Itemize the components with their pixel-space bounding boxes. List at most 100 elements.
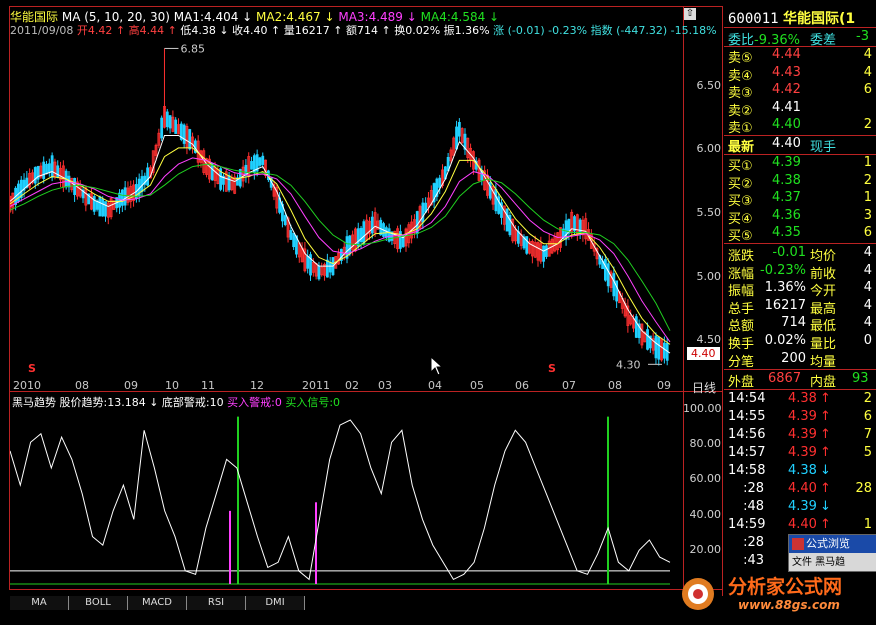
candle-body xyxy=(168,115,172,129)
candle-body xyxy=(56,165,60,178)
candle-body xyxy=(33,167,37,184)
stat-row: 换手 0.02% 量比 0 xyxy=(728,333,874,352)
mouse-cursor-icon xyxy=(430,356,444,376)
s-marker: S xyxy=(28,362,36,375)
tick-time: :28 xyxy=(743,535,764,550)
tick-row: 14:55 4.39 ↑ 6 xyxy=(728,409,874,427)
tick-price: 4.39 xyxy=(788,427,817,442)
order-label: 买⑤ xyxy=(728,229,753,245)
popup-titlebar[interactable]: 公式浏览 xyxy=(789,535,876,553)
candle-body xyxy=(283,215,287,225)
indicator-axis-label: 80.00 xyxy=(689,437,722,450)
order-label: 卖④ xyxy=(728,68,753,84)
order-label: 卖③ xyxy=(728,86,753,102)
tick-time: 14:54 xyxy=(728,391,766,406)
tab-macd[interactable]: MACD xyxy=(128,596,187,610)
tab-rsi[interactable]: RSI xyxy=(187,596,246,610)
date-label: 2010 xyxy=(13,379,41,392)
tick-row: 14:57 4.39 ↑ 5 xyxy=(728,445,874,463)
candle-body xyxy=(123,187,127,206)
axis-divider xyxy=(683,6,684,589)
order-volume: 2 xyxy=(863,117,872,133)
tick-direction-icon: ↑ xyxy=(820,409,831,424)
tick-price: 4.39 xyxy=(788,499,817,514)
tick-direction-icon: ↑ xyxy=(820,517,831,532)
candle-body xyxy=(227,175,231,191)
date-label: 06 xyxy=(515,379,529,392)
sell-row: 卖① 4.40 2 xyxy=(728,117,874,136)
candle-body xyxy=(328,262,332,273)
candle-body xyxy=(317,265,321,280)
candle-body xyxy=(292,232,296,248)
stat-label: 分笔 xyxy=(728,354,755,370)
date-label: 10 xyxy=(165,379,179,392)
candle-body xyxy=(98,196,102,217)
tab-dmi[interactable]: DMI xyxy=(246,596,305,610)
tick-price: 4.39 xyxy=(788,445,817,460)
order-label: 买① xyxy=(728,159,753,174)
scroll-up-icon[interactable]: ⇧ xyxy=(684,8,696,20)
price-axis-label: 6.50 xyxy=(696,79,722,92)
stock-code: 600011 xyxy=(728,11,779,27)
formula-browser-popup[interactable]: 公式浏览 文件 黑马趋 xyxy=(788,534,876,572)
stat-label: 今开 xyxy=(810,284,837,300)
period-label[interactable]: 日线 xyxy=(692,379,716,396)
order-volume: 3 xyxy=(863,207,872,223)
date-label: 12 xyxy=(250,379,264,392)
tick-volume: 28 xyxy=(855,481,872,496)
order-label: 买② xyxy=(728,176,753,192)
watermark: 分析家公式网 www.88gs.com xyxy=(676,570,876,618)
tick-time: :48 xyxy=(743,499,764,514)
tick-time: 14:55 xyxy=(728,409,766,424)
separator xyxy=(724,27,876,28)
stat-value: 0.02% xyxy=(764,333,806,348)
date-label: 05 xyxy=(470,379,484,392)
order-label: 买④ xyxy=(728,211,753,227)
price-chart[interactable]: 6.85 4.30 S S xyxy=(10,36,682,378)
tick-volume: 7 xyxy=(863,427,872,442)
candle-body xyxy=(421,202,425,223)
candle-body xyxy=(165,111,169,128)
sell-row: 卖⑤ 4.44 4 xyxy=(728,47,874,66)
candle-body xyxy=(47,163,51,173)
tick-volume: 5 xyxy=(863,445,872,460)
candle-body xyxy=(646,329,649,350)
date-label: 07 xyxy=(562,379,576,392)
stat-row: 总额 714 最低 4 xyxy=(728,315,874,334)
candle-body xyxy=(348,235,352,255)
tab-ma[interactable]: MA xyxy=(10,596,69,610)
stat-label: 换手 xyxy=(728,337,755,352)
candle-body xyxy=(542,245,546,262)
tick-volume: 2 xyxy=(863,391,872,406)
order-label: 卖⑤ xyxy=(728,51,753,66)
outer-value: 6867 xyxy=(768,371,802,386)
weibi-row: 委比-9.36% 委差 -3 xyxy=(728,29,874,48)
tab-boll[interactable]: BOLL xyxy=(69,596,128,610)
order-price: 4.41 xyxy=(772,99,801,115)
tick-volume: 1 xyxy=(863,517,872,532)
order-volume: 6 xyxy=(863,225,872,241)
stat-label: 总手 xyxy=(728,301,755,317)
candle-body xyxy=(634,316,638,338)
tick-row: 14:54 4.38 ↑ 2 xyxy=(728,391,874,409)
candle-body xyxy=(545,245,548,257)
candle-body xyxy=(50,155,54,178)
candle-body xyxy=(92,196,96,212)
indicator-axis-label: 60.00 xyxy=(689,472,722,485)
order-price: 4.42 xyxy=(772,82,801,98)
candle-body xyxy=(42,161,46,179)
price-axis-label: 5.50 xyxy=(696,206,722,219)
latest-label: 最新 xyxy=(728,140,755,155)
order-price: 4.37 xyxy=(772,190,801,206)
indicator-axis-label: 20.00 xyxy=(689,543,722,556)
date-label: 04 xyxy=(428,379,442,392)
stock-title-name: 华能国际(1 xyxy=(783,11,856,27)
indicator-chart[interactable] xyxy=(10,408,682,588)
stat-label: 振幅 xyxy=(728,284,755,300)
candle-body xyxy=(289,230,293,240)
stat-value: 4 xyxy=(863,280,872,296)
order-price: 4.44 xyxy=(772,47,801,62)
candle-body xyxy=(250,161,253,170)
candle-body xyxy=(73,177,76,195)
stat-value: 200 xyxy=(781,350,806,366)
